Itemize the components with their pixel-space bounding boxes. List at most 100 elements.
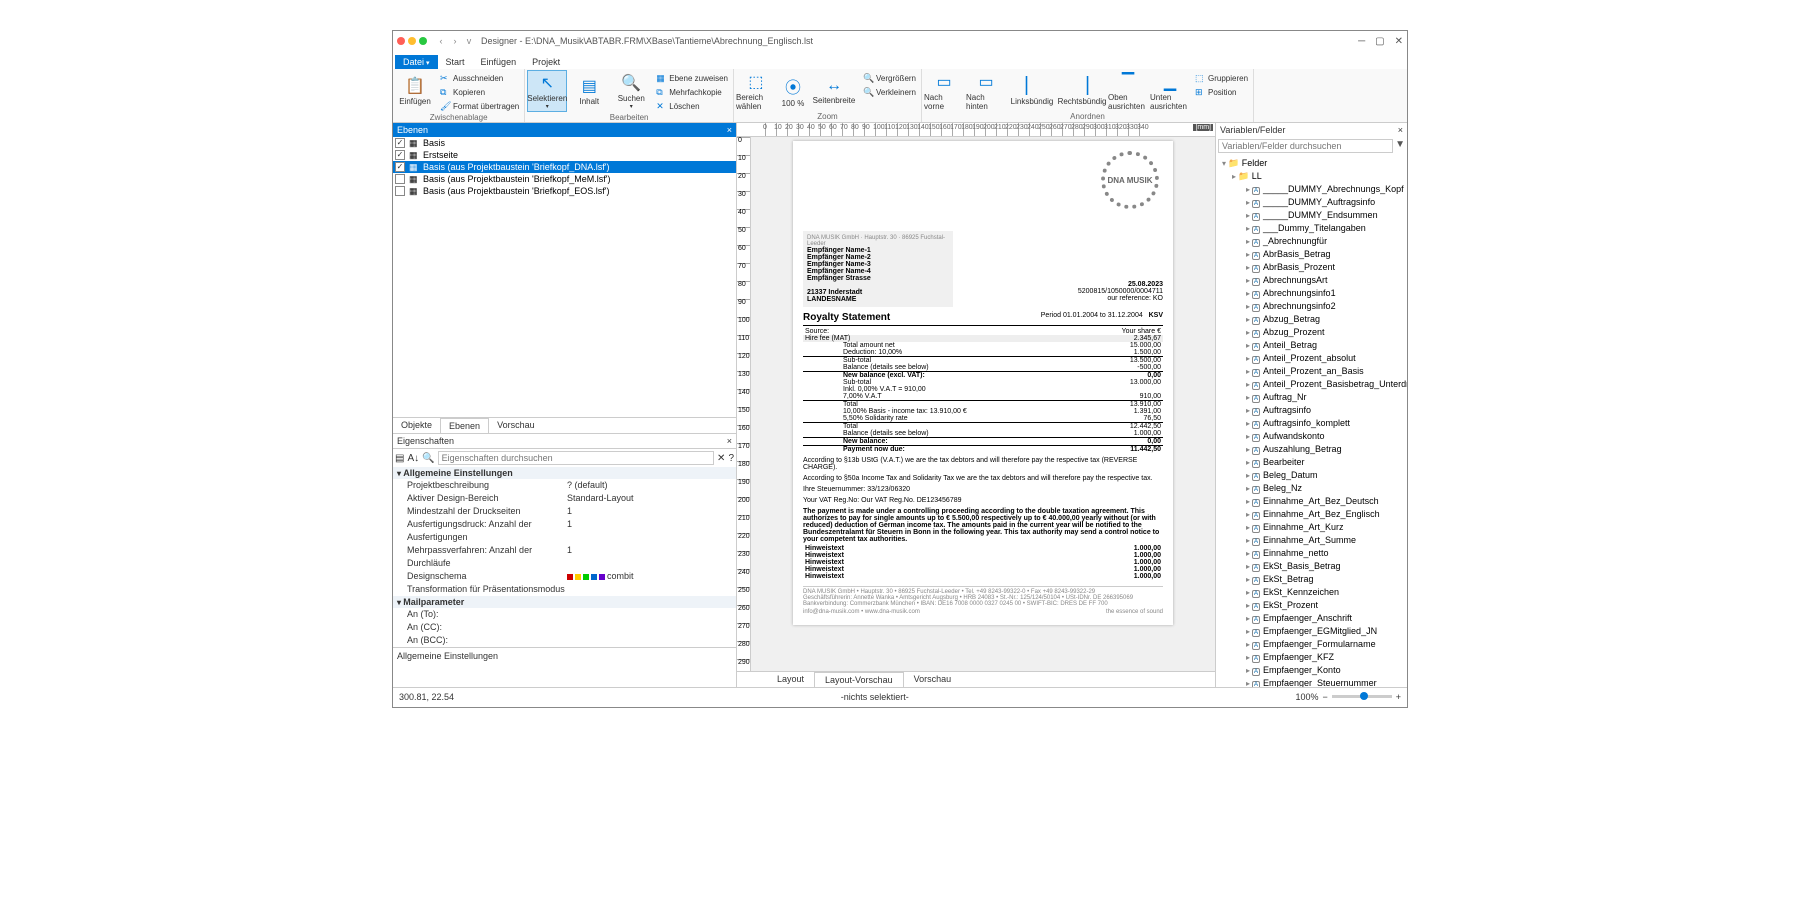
minimize-icon[interactable]: ─ bbox=[1358, 36, 1365, 47]
close-dot[interactable] bbox=[397, 37, 405, 45]
field-node[interactable]: ▸ABeleg_Nz bbox=[1218, 482, 1405, 495]
filter-icon[interactable]: ▼ bbox=[1395, 139, 1405, 153]
zoom-slider[interactable] bbox=[1332, 695, 1392, 698]
nav-refresh-icon[interactable]: v bbox=[463, 36, 475, 46]
prop-row[interactable]: Aktiver Design-BereichStandard-Layout bbox=[393, 492, 736, 505]
prop-clear-icon[interactable]: ✕ bbox=[717, 453, 725, 464]
layer-checkbox[interactable] bbox=[395, 162, 405, 172]
prop-row[interactable]: An (CC): bbox=[393, 621, 736, 634]
report-page[interactable]: DNA MUSIK DNA MUSIK GmbH · Hauptstr. 30 … bbox=[793, 141, 1173, 625]
prop-row[interactable]: Projektbeschreibung? (default) bbox=[393, 479, 736, 492]
layer-checkbox[interactable] bbox=[395, 150, 405, 160]
prop-row[interactable]: Mehrpassverfahren: Anzahl der Durchläufe… bbox=[393, 544, 736, 570]
field-node[interactable]: ▸AAbrBasis_Betrag bbox=[1218, 248, 1405, 261]
prop-category[interactable]: Allgemeine Einstellungen bbox=[393, 467, 736, 479]
field-node[interactable]: ▸AEkSt_Prozent bbox=[1218, 599, 1405, 612]
field-node[interactable]: ▸AEkSt_Kennzeichen bbox=[1218, 586, 1405, 599]
layer-row[interactable]: ▦Erstseite bbox=[393, 149, 736, 161]
tab-vorschau[interactable]: Vorschau bbox=[489, 418, 543, 433]
tab-layout[interactable]: Layout bbox=[767, 672, 814, 687]
tab-projekt[interactable]: Projekt bbox=[524, 55, 568, 69]
assign-layer-button[interactable]: ▦Ebene zuweisen bbox=[653, 72, 731, 85]
page-width-button[interactable]: ↔Seitenbreite bbox=[810, 70, 858, 112]
paste-button[interactable]: 📋Einfügen bbox=[395, 70, 435, 112]
delete-button[interactable]: ✕Löschen bbox=[653, 100, 731, 113]
layer-row[interactable]: ▦Basis (aus Projektbaustein 'Briefkopf_M… bbox=[393, 173, 736, 185]
send-backward-button[interactable]: ▭Nach hinten bbox=[966, 70, 1006, 112]
prop-search-icon[interactable]: 🔍 bbox=[422, 453, 434, 464]
field-node[interactable]: ▸AAbrechnungsinfo2 bbox=[1218, 300, 1405, 313]
field-node[interactable]: ▸AEmpfaenger_Anschrift bbox=[1218, 612, 1405, 625]
tab-objekte[interactable]: Objekte bbox=[393, 418, 440, 433]
field-node[interactable]: ▸AAufwandskonto bbox=[1218, 430, 1405, 443]
align-bottom-button[interactable]: ▁Unten ausrichten bbox=[1150, 70, 1190, 112]
layer-checkbox[interactable] bbox=[395, 186, 405, 196]
multicopy-button[interactable]: ⧉Mehrfachkopie bbox=[653, 86, 731, 99]
prop-row[interactable]: Mindestzahl der Druckseiten1 bbox=[393, 505, 736, 518]
tree-ll[interactable]: ▸📁 LL bbox=[1218, 170, 1405, 183]
field-node[interactable]: ▸AAuftragsinfo_komplett bbox=[1218, 417, 1405, 430]
field-node[interactable]: ▸AEinnahme_netto bbox=[1218, 547, 1405, 560]
maximize-icon[interactable]: ▢ bbox=[1375, 36, 1384, 47]
prop-row[interactable]: An (BCC): bbox=[393, 634, 736, 647]
zoom-in-button[interactable]: 🔍Vergrößern bbox=[860, 72, 919, 85]
layer-row[interactable]: ▦Basis (aus Projektbaustein 'Briefkopf_E… bbox=[393, 185, 736, 197]
position-button[interactable]: ⊞Position bbox=[1192, 86, 1251, 99]
field-node[interactable]: ▸AEmpfaenger_EGMitglied_JN bbox=[1218, 625, 1405, 638]
minimize-dot[interactable] bbox=[408, 37, 416, 45]
layer-row[interactable]: ▦Basis (aus Projektbaustein 'Briefkopf_D… bbox=[393, 161, 736, 173]
field-node[interactable]: ▸AEmpfaenger_Formularname bbox=[1218, 638, 1405, 651]
field-node[interactable]: ▸AEkSt_Basis_Betrag bbox=[1218, 560, 1405, 573]
layer-checkbox[interactable] bbox=[395, 174, 405, 184]
search-button[interactable]: 🔍Suchen▾ bbox=[611, 70, 651, 112]
field-node[interactable]: ▸AEmpfaenger_KFZ bbox=[1218, 651, 1405, 664]
field-node[interactable]: ▸AEkSt_Betrag bbox=[1218, 573, 1405, 586]
canvas-scroll[interactable]: DNA MUSIK DNA MUSIK GmbH · Hauptstr. 30 … bbox=[751, 137, 1215, 671]
tree-root[interactable]: ▾📁 Felder bbox=[1218, 157, 1405, 170]
prop-row[interactable]: Ausfertigungsdruck: Anzahl der Ausfertig… bbox=[393, 518, 736, 544]
panel-close-icon[interactable]: × bbox=[727, 125, 732, 135]
field-node[interactable]: ▸AAnteil_Betrag bbox=[1218, 339, 1405, 352]
prop-category[interactable]: Mailparameter bbox=[393, 596, 736, 608]
field-node[interactable]: ▸AEmpfaenger_Konto bbox=[1218, 664, 1405, 677]
zoom-100-button[interactable]: ⦿100 % bbox=[778, 70, 808, 112]
align-left-button[interactable]: ▏Linksbündig bbox=[1008, 70, 1056, 112]
prop-help-icon[interactable]: ? bbox=[728, 453, 734, 464]
field-node[interactable]: ▸AAuszahlung_Betrag bbox=[1218, 443, 1405, 456]
field-node[interactable]: ▸A___Dummy_Titelangaben bbox=[1218, 222, 1405, 235]
cut-button[interactable]: ✂Ausschneiden bbox=[437, 72, 522, 85]
field-node[interactable]: ▸AAbrechnungsArt bbox=[1218, 274, 1405, 287]
prop-sort-icon[interactable]: A↓ bbox=[407, 453, 419, 464]
field-node[interactable]: ▸A_____DUMMY_Endsummen bbox=[1218, 209, 1405, 222]
select-button[interactable]: ↖Selektieren▾ bbox=[527, 70, 567, 112]
tab-ebenen[interactable]: Ebenen bbox=[440, 418, 489, 433]
field-node[interactable]: ▸AAbrechnungsinfo1 bbox=[1218, 287, 1405, 300]
tab-vorschau2[interactable]: Vorschau bbox=[904, 672, 962, 687]
field-node[interactable]: ▸AEmpfaenger_Steuernummer bbox=[1218, 677, 1405, 687]
field-node[interactable]: ▸AEinnahme_Art_Bez_Englisch bbox=[1218, 508, 1405, 521]
props-table[interactable]: Allgemeine EinstellungenProjektbeschreib… bbox=[393, 467, 736, 647]
tab-datei[interactable]: Datei▾ bbox=[395, 55, 438, 69]
format-painter-button[interactable]: 🖌Format übertragen bbox=[437, 100, 522, 113]
fullscreen-dot[interactable] bbox=[419, 37, 427, 45]
field-node[interactable]: ▸AEinnahme_Art_Kurz bbox=[1218, 521, 1405, 534]
field-node[interactable]: ▸AAnteil_Prozent_absolut bbox=[1218, 352, 1405, 365]
field-node[interactable]: ▸AAuftragsinfo bbox=[1218, 404, 1405, 417]
layer-checkbox[interactable] bbox=[395, 138, 405, 148]
field-node[interactable]: ▸AAbzug_Prozent bbox=[1218, 326, 1405, 339]
prop-row[interactable]: Designschema combit bbox=[393, 570, 736, 583]
field-node[interactable]: ▸AAnteil_Prozent_Basisbetrag_Unterdrücke… bbox=[1218, 378, 1405, 391]
tab-einfuegen[interactable]: Einfügen bbox=[473, 55, 525, 69]
nav-fwd-icon[interactable]: › bbox=[449, 36, 461, 46]
field-node[interactable]: ▸AEinnahme_Art_Summe bbox=[1218, 534, 1405, 547]
field-node[interactable]: ▸ABeleg_Datum bbox=[1218, 469, 1405, 482]
zoom-minus-icon[interactable]: − bbox=[1322, 692, 1327, 702]
field-node[interactable]: ▸AAuftrag_Nr bbox=[1218, 391, 1405, 404]
bring-forward-button[interactable]: ▭Nach vorne bbox=[924, 70, 964, 112]
fields-search-input[interactable] bbox=[1218, 139, 1393, 153]
field-node[interactable]: ▸A_____DUMMY_Abrechnungs_Kopf bbox=[1218, 183, 1405, 196]
field-node[interactable]: ▸AAbzug_Betrag bbox=[1218, 313, 1405, 326]
field-node[interactable]: ▸AAnteil_Prozent_an_Basis bbox=[1218, 365, 1405, 378]
prop-category-icon[interactable]: ▤ bbox=[395, 453, 404, 464]
align-right-button[interactable]: ▕Rechtsbündig bbox=[1058, 70, 1106, 112]
